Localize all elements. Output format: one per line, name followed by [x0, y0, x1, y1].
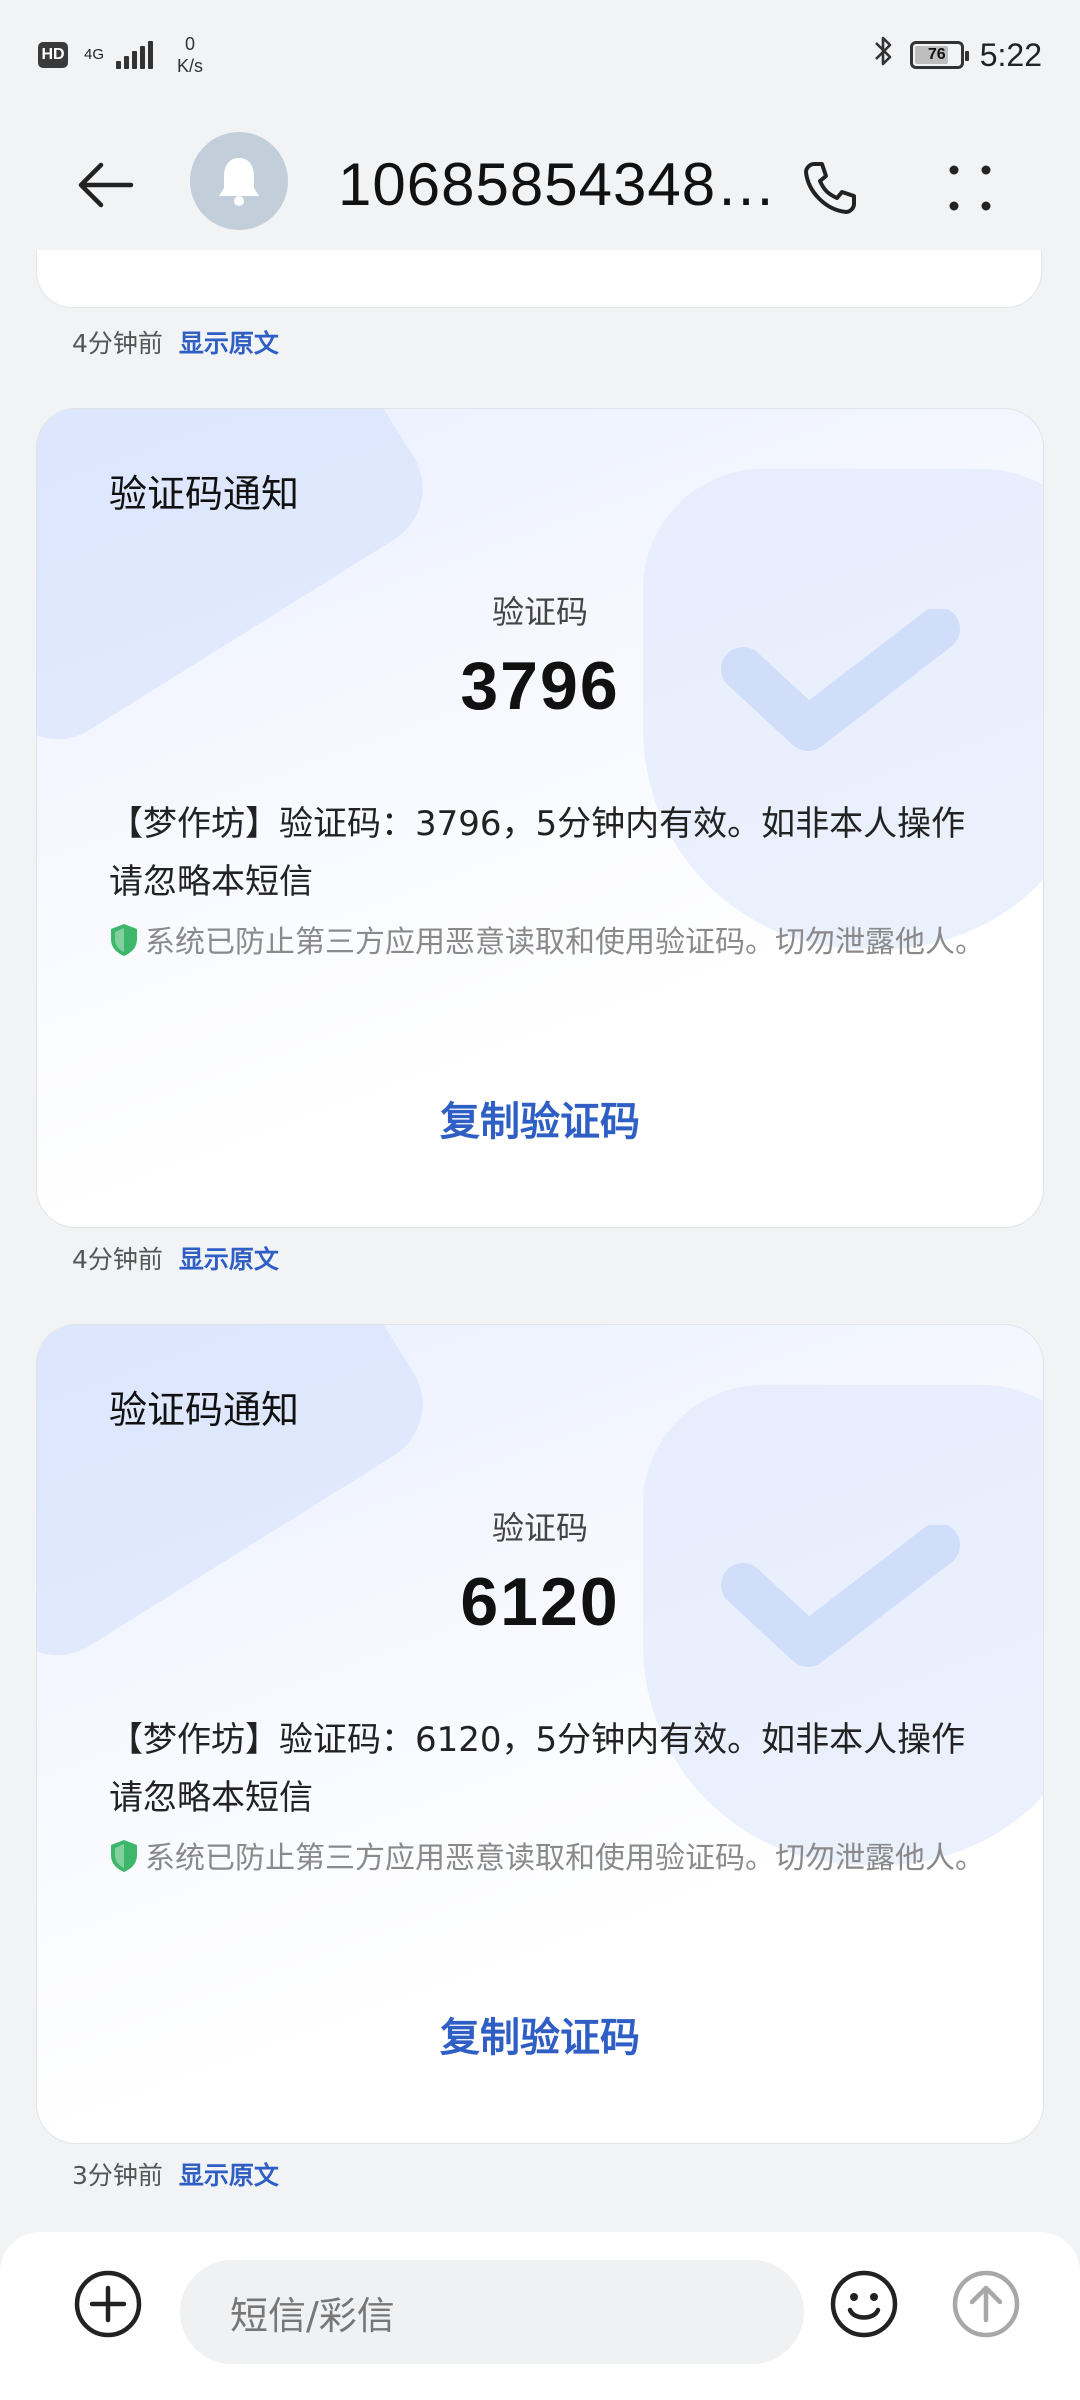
message-meta: 4分钟前 显示原文: [72, 1240, 279, 1276]
code-label: 验证码: [491, 593, 588, 631]
security-notice: 系统已防止第三方应用恶意读取和使用验证码。切勿泄露他人。: [109, 921, 1009, 965]
message-card-partial[interactable]: [36, 250, 1042, 308]
messaging-screen: HD 4G 0 K/s 76 5:22 10685854348… 4分钟前 显示…: [0, 0, 1080, 2400]
send-icon: [952, 2270, 1020, 2338]
emoji-button[interactable]: [828, 2268, 900, 2340]
status-left: HD 4G 0 K/s: [38, 33, 203, 77]
verification-code: 6120: [460, 1564, 620, 1640]
compose-bar: 短信/彩信: [0, 2232, 1080, 2400]
message-time: 4分钟前: [72, 329, 163, 358]
show-original-link[interactable]: 显示原文: [179, 2156, 279, 2192]
hd-badge: HD: [38, 42, 68, 68]
conversation-title: 10685854348…: [338, 151, 778, 218]
status-bar: HD 4G 0 K/s 76 5:22: [0, 0, 1080, 110]
network-speed: 0 K/s: [177, 33, 203, 77]
message-meta: 4分钟前 显示原文: [72, 324, 279, 360]
add-attachment-button[interactable]: [72, 2268, 144, 2340]
emoji-icon: [830, 2270, 898, 2338]
send-button[interactable]: [950, 2268, 1022, 2340]
message-text: 【梦作坊】验证码：6120，5分钟内有效。如非本人操作请忽略本短信: [109, 1720, 966, 1818]
sms-input[interactable]: 短信/彩信: [180, 2260, 804, 2364]
show-original-link[interactable]: 显示原文: [179, 324, 279, 360]
security-notice-text: 系统已防止第三方应用恶意读取和使用验证码。切勿泄露他人。: [145, 1841, 985, 1876]
verification-code: 3796: [460, 648, 620, 724]
verification-card[interactable]: 验证码通知 验证码 6120 【梦作坊】验证码：6120，5分钟内有效。如非本人…: [36, 1324, 1044, 2144]
conversation-header: 10685854348…: [0, 110, 1080, 250]
copy-code-button[interactable]: 复制验证码: [37, 1089, 1043, 1169]
add-icon: [74, 2270, 142, 2338]
shield-icon: [111, 924, 137, 956]
battery-level: 76: [927, 46, 946, 63]
speed-unit: K/s: [177, 56, 204, 76]
bluetooth-icon: [872, 34, 894, 76]
signal-icon: [116, 41, 154, 69]
message-time: 4分钟前: [72, 1245, 163, 1274]
security-notice-text: 系统已防止第三方应用恶意读取和使用验证码。切勿泄露他人。: [145, 925, 985, 960]
code-label: 验证码: [491, 1509, 588, 1547]
shield-icon: [111, 1840, 137, 1872]
verification-card[interactable]: 验证码通知 验证码 3796 【梦作坊】验证码：3796，5分钟内有效。如非本人…: [36, 408, 1044, 1228]
security-notice: 系统已防止第三方应用恶意读取和使用验证码。切勿泄露他人。: [109, 1837, 1009, 1881]
back-arrow-icon: [78, 162, 134, 208]
back-button[interactable]: [70, 150, 140, 220]
clock: 5:22: [979, 36, 1042, 73]
card-title: 验证码通知: [109, 1388, 300, 1432]
phone-icon: [804, 162, 856, 214]
call-button[interactable]: [790, 148, 870, 228]
battery-icon: 76: [909, 41, 969, 69]
network-type: 4G: [84, 46, 105, 63]
message-text: 【梦作坊】验证码：3796，5分钟内有效。如非本人操作请忽略本短信: [109, 804, 966, 902]
message-time: 3分钟前: [72, 2161, 163, 2190]
more-button[interactable]: [930, 148, 1010, 228]
more-icon: [949, 165, 991, 211]
show-original-link[interactable]: 显示原文: [179, 1240, 279, 1276]
message-meta: 3分钟前 显示原文: [72, 2156, 279, 2192]
avatar[interactable]: [190, 132, 288, 230]
card-title: 验证码通知: [109, 472, 300, 516]
speed-value: 0: [185, 34, 196, 54]
status-right: 76 5:22: [872, 34, 1042, 76]
copy-code-button[interactable]: 复制验证码: [37, 2005, 1043, 2085]
bell-icon: [219, 158, 259, 206]
